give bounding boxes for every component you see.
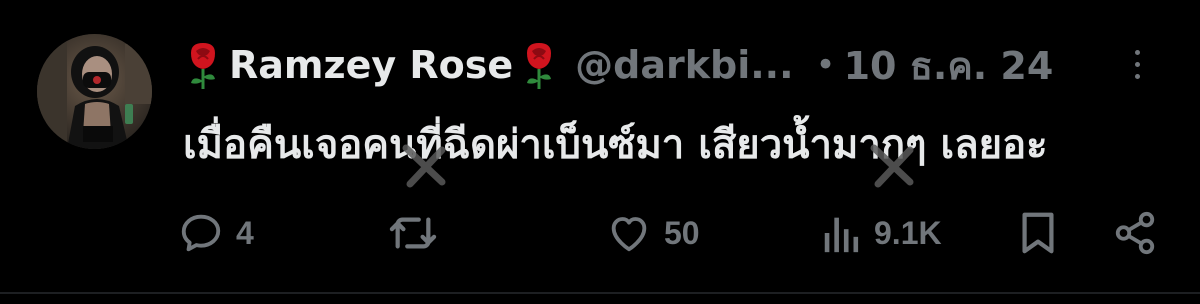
reply-button[interactable]: 4: [178, 205, 254, 261]
views-count: 9.1K: [874, 214, 942, 251]
divider: [0, 292, 1200, 294]
more-options-icon[interactable]: [1131, 50, 1143, 90]
censor-mark-icon: [402, 144, 446, 188]
tweet-text: เมื่อคืนเจอคนที่ฉีดผ่าเบ็นซ์มา เสียวน้ำม…: [183, 122, 1048, 168]
bookmark-button[interactable]: [1017, 205, 1059, 261]
like-button[interactable]: 50: [606, 205, 700, 261]
retweet-icon: [389, 217, 437, 249]
avatar[interactable]: [37, 34, 152, 149]
action-bar: 4 50 9.1K: [0, 205, 1200, 261]
like-count: 50: [664, 214, 700, 251]
timestamp[interactable]: 10 ธ.ค. 24: [844, 35, 1054, 96]
analytics-icon: [824, 217, 859, 253]
author-name[interactable]: Ramzey Rose: [229, 43, 513, 87]
share-icon: [1115, 211, 1155, 255]
views-button[interactable]: 9.1K: [822, 205, 942, 261]
censor-mark-icon: [870, 144, 914, 188]
tweet-header: Ramzey Rose @darkbi... • 10 ธ.ค. 24: [183, 37, 1053, 93]
share-button[interactable]: [1112, 205, 1158, 261]
retweet-button[interactable]: [388, 205, 450, 261]
avatar-photo: [37, 34, 152, 149]
rose-icon: [191, 43, 215, 89]
reply-count: 4: [236, 214, 254, 251]
tweet-card[interactable]: Ramzey Rose @darkbi... • 10 ธ.ค. 24 เมื่…: [0, 0, 1200, 304]
bookmark-icon: [1022, 212, 1054, 254]
author-handle[interactable]: @darkbi...: [575, 43, 793, 87]
heart-icon: [611, 217, 647, 252]
rose-icon: [527, 43, 552, 89]
reply-icon: [181, 214, 221, 252]
separator-dot: •: [815, 45, 836, 85]
